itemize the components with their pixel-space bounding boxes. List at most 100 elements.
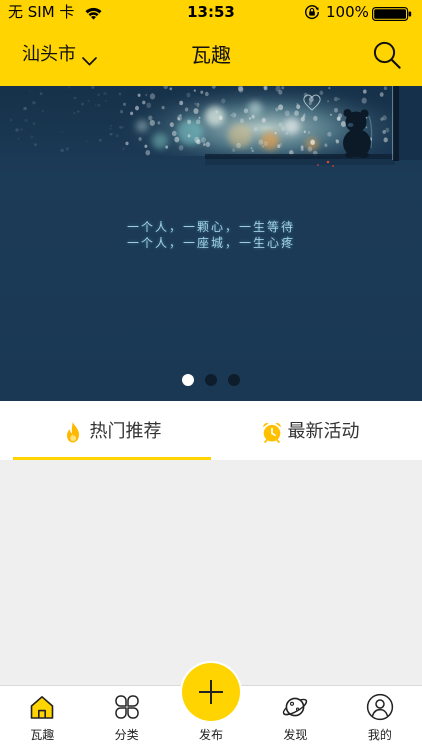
raindrop	[193, 89, 196, 92]
raindrop	[196, 139, 201, 145]
raindrop	[169, 122, 174, 128]
raindrop	[94, 104, 97, 106]
raindrop	[184, 107, 189, 112]
carousel-dot[interactable]	[182, 374, 194, 386]
nav-label: 发现	[283, 728, 308, 742]
raindrop	[39, 92, 43, 96]
raindrop	[73, 111, 76, 115]
nav-item-category[interactable]: 分类	[84, 686, 168, 750]
raindrop	[97, 103, 101, 107]
raindrop	[274, 131, 277, 135]
raindrop	[179, 113, 182, 117]
raindrop	[125, 141, 129, 146]
raindrop	[319, 90, 324, 96]
raindrop	[130, 111, 134, 116]
raindrop	[194, 102, 197, 105]
raindrop	[135, 105, 139, 111]
banner-caption-line: 一个人，一颗心，一生等待	[126, 220, 295, 234]
raindrop	[15, 128, 19, 132]
tab-latest-activities[interactable]: 最新活动	[211, 401, 409, 460]
nav-item-home[interactable]: 瓦趣	[0, 686, 84, 750]
raindrop	[330, 113, 332, 116]
raindrop	[68, 86, 71, 89]
raindrop	[236, 142, 241, 149]
raindrop	[197, 102, 200, 105]
raindrop	[9, 118, 13, 122]
raindrop	[32, 100, 36, 105]
carousel-dot[interactable]	[205, 374, 217, 386]
raindrop	[275, 86, 281, 92]
raindrop	[121, 126, 124, 129]
raindrop	[243, 108, 249, 114]
raindrop	[333, 107, 339, 113]
raindrop	[115, 134, 119, 138]
raindrop	[60, 148, 64, 153]
raindrop	[157, 121, 161, 125]
raindrop	[253, 127, 258, 132]
raindrop	[203, 143, 206, 146]
raindrop	[302, 114, 306, 118]
raindrop	[198, 116, 201, 120]
raindrop	[65, 147, 70, 151]
raindrop	[177, 117, 181, 121]
raindrop	[307, 146, 313, 152]
raindrop	[278, 104, 284, 111]
raindrop	[361, 97, 367, 104]
raindrop	[200, 137, 206, 143]
raindrop	[110, 124, 112, 127]
raindrop	[275, 107, 279, 112]
raindrop	[165, 145, 169, 149]
raindrop	[280, 126, 285, 131]
publish-button[interactable]	[182, 663, 240, 721]
raindrop	[234, 113, 236, 117]
rotation-lock-icon	[304, 4, 320, 20]
raindrop	[178, 145, 184, 151]
raindrop	[296, 104, 301, 109]
search-icon[interactable]	[372, 40, 402, 70]
raindrop	[149, 93, 156, 100]
raindrop	[73, 96, 77, 100]
raindrop	[335, 139, 340, 144]
app-screen: 无 SIM 卡 13:53 100% 汕头市 瓦趣 一个人，一颗心，一生等待 一…	[0, 0, 422, 750]
raindrop	[310, 139, 316, 145]
planet-icon	[281, 693, 309, 721]
raindrop	[337, 117, 341, 121]
battery-icon	[372, 6, 412, 22]
raindrop	[296, 102, 299, 106]
raindrop	[169, 87, 173, 91]
tab-hot-recommend[interactable]: 热门推荐	[13, 401, 211, 460]
raindrop	[324, 143, 328, 147]
raindrop	[232, 148, 236, 153]
raindrop	[145, 93, 148, 97]
raindrop	[327, 100, 330, 103]
raindrop	[138, 137, 142, 141]
raindrop	[303, 130, 306, 134]
user-icon	[366, 693, 394, 721]
raindrop	[307, 130, 311, 135]
banner-carousel[interactable]: 一个人，一颗心，一生等待 一个人，一座城，一生心疼	[0, 86, 422, 401]
nav-label: 分类	[114, 728, 139, 742]
nav-item-profile[interactable]: 我的	[338, 686, 422, 750]
raindrop	[30, 135, 34, 139]
raindrop	[250, 147, 253, 150]
home-icon	[28, 693, 56, 721]
raindrop	[32, 122, 36, 126]
raindrop	[239, 118, 245, 124]
raindrop	[204, 91, 209, 97]
raindrop	[29, 90, 31, 93]
raindrop	[61, 131, 64, 134]
tab-label: 最新活动	[287, 420, 360, 442]
raindrop	[363, 89, 367, 94]
raindrop	[99, 138, 102, 142]
raindrop	[278, 122, 283, 128]
raindrop	[161, 105, 165, 110]
carousel-dot[interactable]	[228, 374, 240, 386]
raindrop	[34, 143, 37, 147]
raindrop	[81, 102, 84, 106]
raindrop	[261, 117, 266, 123]
raindrop	[251, 114, 255, 119]
plus-icon	[198, 679, 224, 705]
raindrop	[17, 138, 20, 140]
raindrop	[77, 110, 80, 113]
nav-item-discover[interactable]: 发现	[253, 686, 337, 750]
